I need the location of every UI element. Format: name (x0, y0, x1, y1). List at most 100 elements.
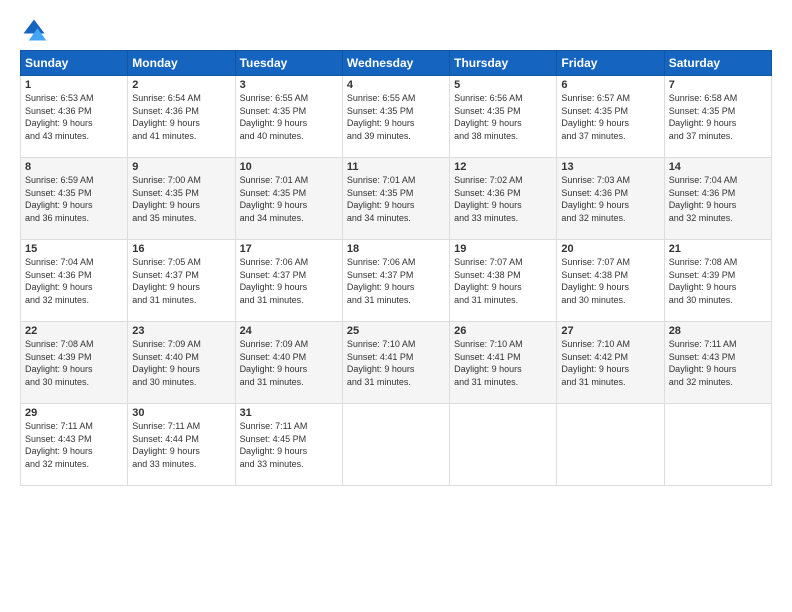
week-row-5: 29Sunrise: 7:11 AMSunset: 4:43 PMDayligh… (21, 404, 772, 486)
calendar-cell: 24Sunrise: 7:09 AMSunset: 4:40 PMDayligh… (235, 322, 342, 404)
day-number: 6 (561, 79, 659, 91)
cell-text: Sunrise: 7:10 AMSunset: 4:42 PMDaylight:… (561, 338, 659, 388)
cell-text: Sunrise: 7:06 AMSunset: 4:37 PMDaylight:… (347, 256, 445, 306)
calendar-cell: 31Sunrise: 7:11 AMSunset: 4:45 PMDayligh… (235, 404, 342, 486)
cell-text: Sunrise: 6:59 AMSunset: 4:35 PMDaylight:… (25, 174, 123, 224)
calendar-cell: 3Sunrise: 6:55 AMSunset: 4:35 PMDaylight… (235, 76, 342, 158)
day-number: 15 (25, 243, 123, 255)
calendar-cell: 15Sunrise: 7:04 AMSunset: 4:36 PMDayligh… (21, 240, 128, 322)
cell-text: Sunrise: 7:09 AMSunset: 4:40 PMDaylight:… (132, 338, 230, 388)
calendar-cell: 27Sunrise: 7:10 AMSunset: 4:42 PMDayligh… (557, 322, 664, 404)
calendar-cell: 16Sunrise: 7:05 AMSunset: 4:37 PMDayligh… (128, 240, 235, 322)
week-row-4: 22Sunrise: 7:08 AMSunset: 4:39 PMDayligh… (21, 322, 772, 404)
header (20, 16, 772, 44)
calendar-cell: 26Sunrise: 7:10 AMSunset: 4:41 PMDayligh… (450, 322, 557, 404)
calendar-cell: 8Sunrise: 6:59 AMSunset: 4:35 PMDaylight… (21, 158, 128, 240)
day-header-thursday: Thursday (450, 51, 557, 76)
week-row-2: 8Sunrise: 6:59 AMSunset: 4:35 PMDaylight… (21, 158, 772, 240)
day-number: 27 (561, 325, 659, 337)
calendar-cell: 21Sunrise: 7:08 AMSunset: 4:39 PMDayligh… (664, 240, 771, 322)
day-number: 26 (454, 325, 552, 337)
calendar-cell: 11Sunrise: 7:01 AMSunset: 4:35 PMDayligh… (342, 158, 449, 240)
calendar-cell: 5Sunrise: 6:56 AMSunset: 4:35 PMDaylight… (450, 76, 557, 158)
day-number: 29 (25, 407, 123, 419)
calendar-body: 1Sunrise: 6:53 AMSunset: 4:36 PMDaylight… (21, 76, 772, 486)
cell-text: Sunrise: 7:05 AMSunset: 4:37 PMDaylight:… (132, 256, 230, 306)
cell-text: Sunrise: 7:08 AMSunset: 4:39 PMDaylight:… (669, 256, 767, 306)
calendar-cell: 19Sunrise: 7:07 AMSunset: 4:38 PMDayligh… (450, 240, 557, 322)
cell-text: Sunrise: 7:09 AMSunset: 4:40 PMDaylight:… (240, 338, 338, 388)
day-number: 17 (240, 243, 338, 255)
cell-text: Sunrise: 7:07 AMSunset: 4:38 PMDaylight:… (454, 256, 552, 306)
day-number: 19 (454, 243, 552, 255)
calendar-cell: 14Sunrise: 7:04 AMSunset: 4:36 PMDayligh… (664, 158, 771, 240)
day-number: 11 (347, 161, 445, 173)
cell-text: Sunrise: 6:58 AMSunset: 4:35 PMDaylight:… (669, 92, 767, 142)
day-number: 3 (240, 79, 338, 91)
calendar-cell: 13Sunrise: 7:03 AMSunset: 4:36 PMDayligh… (557, 158, 664, 240)
calendar-cell: 22Sunrise: 7:08 AMSunset: 4:39 PMDayligh… (21, 322, 128, 404)
cell-text: Sunrise: 7:01 AMSunset: 4:35 PMDaylight:… (240, 174, 338, 224)
cell-text: Sunrise: 7:11 AMSunset: 4:43 PMDaylight:… (25, 420, 123, 470)
logo-icon (20, 16, 48, 44)
cell-text: Sunrise: 6:55 AMSunset: 4:35 PMDaylight:… (240, 92, 338, 142)
calendar-cell (557, 404, 664, 486)
calendar-cell (342, 404, 449, 486)
calendar-cell: 28Sunrise: 7:11 AMSunset: 4:43 PMDayligh… (664, 322, 771, 404)
cell-text: Sunrise: 6:57 AMSunset: 4:35 PMDaylight:… (561, 92, 659, 142)
cell-text: Sunrise: 7:04 AMSunset: 4:36 PMDaylight:… (669, 174, 767, 224)
day-number: 21 (669, 243, 767, 255)
cell-text: Sunrise: 7:04 AMSunset: 4:36 PMDaylight:… (25, 256, 123, 306)
day-number: 22 (25, 325, 123, 337)
day-number: 28 (669, 325, 767, 337)
day-number: 10 (240, 161, 338, 173)
calendar-cell: 17Sunrise: 7:06 AMSunset: 4:37 PMDayligh… (235, 240, 342, 322)
cell-text: Sunrise: 7:07 AMSunset: 4:38 PMDaylight:… (561, 256, 659, 306)
cell-text: Sunrise: 7:02 AMSunset: 4:36 PMDaylight:… (454, 174, 552, 224)
day-number: 4 (347, 79, 445, 91)
day-header-saturday: Saturday (664, 51, 771, 76)
calendar-cell: 29Sunrise: 7:11 AMSunset: 4:43 PMDayligh… (21, 404, 128, 486)
calendar-cell: 4Sunrise: 6:55 AMSunset: 4:35 PMDaylight… (342, 76, 449, 158)
logo (20, 16, 52, 44)
day-number: 2 (132, 79, 230, 91)
day-number: 24 (240, 325, 338, 337)
cell-text: Sunrise: 7:08 AMSunset: 4:39 PMDaylight:… (25, 338, 123, 388)
cell-text: Sunrise: 7:01 AMSunset: 4:35 PMDaylight:… (347, 174, 445, 224)
calendar-cell (450, 404, 557, 486)
day-number: 7 (669, 79, 767, 91)
cell-text: Sunrise: 7:03 AMSunset: 4:36 PMDaylight:… (561, 174, 659, 224)
cell-text: Sunrise: 7:11 AMSunset: 4:44 PMDaylight:… (132, 420, 230, 470)
week-row-3: 15Sunrise: 7:04 AMSunset: 4:36 PMDayligh… (21, 240, 772, 322)
week-row-1: 1Sunrise: 6:53 AMSunset: 4:36 PMDaylight… (21, 76, 772, 158)
cell-text: Sunrise: 7:10 AMSunset: 4:41 PMDaylight:… (454, 338, 552, 388)
calendar-cell: 7Sunrise: 6:58 AMSunset: 4:35 PMDaylight… (664, 76, 771, 158)
calendar-cell: 20Sunrise: 7:07 AMSunset: 4:38 PMDayligh… (557, 240, 664, 322)
cell-text: Sunrise: 6:53 AMSunset: 4:36 PMDaylight:… (25, 92, 123, 142)
day-number: 5 (454, 79, 552, 91)
cell-text: Sunrise: 7:10 AMSunset: 4:41 PMDaylight:… (347, 338, 445, 388)
cell-text: Sunrise: 6:54 AMSunset: 4:36 PMDaylight:… (132, 92, 230, 142)
calendar-cell: 10Sunrise: 7:01 AMSunset: 4:35 PMDayligh… (235, 158, 342, 240)
day-number: 23 (132, 325, 230, 337)
day-number: 20 (561, 243, 659, 255)
calendar-cell: 25Sunrise: 7:10 AMSunset: 4:41 PMDayligh… (342, 322, 449, 404)
day-number: 1 (25, 79, 123, 91)
day-number: 13 (561, 161, 659, 173)
calendar-cell: 12Sunrise: 7:02 AMSunset: 4:36 PMDayligh… (450, 158, 557, 240)
calendar-cell: 6Sunrise: 6:57 AMSunset: 4:35 PMDaylight… (557, 76, 664, 158)
calendar-cell: 9Sunrise: 7:00 AMSunset: 4:35 PMDaylight… (128, 158, 235, 240)
cell-text: Sunrise: 6:55 AMSunset: 4:35 PMDaylight:… (347, 92, 445, 142)
day-number: 30 (132, 407, 230, 419)
calendar-cell: 23Sunrise: 7:09 AMSunset: 4:40 PMDayligh… (128, 322, 235, 404)
day-number: 8 (25, 161, 123, 173)
day-header-wednesday: Wednesday (342, 51, 449, 76)
calendar-cell: 18Sunrise: 7:06 AMSunset: 4:37 PMDayligh… (342, 240, 449, 322)
day-number: 12 (454, 161, 552, 173)
calendar-cell: 30Sunrise: 7:11 AMSunset: 4:44 PMDayligh… (128, 404, 235, 486)
day-header-sunday: Sunday (21, 51, 128, 76)
day-number: 31 (240, 407, 338, 419)
page: SundayMondayTuesdayWednesdayThursdayFrid… (0, 0, 792, 612)
calendar-table: SundayMondayTuesdayWednesdayThursdayFrid… (20, 50, 772, 486)
day-header-monday: Monday (128, 51, 235, 76)
